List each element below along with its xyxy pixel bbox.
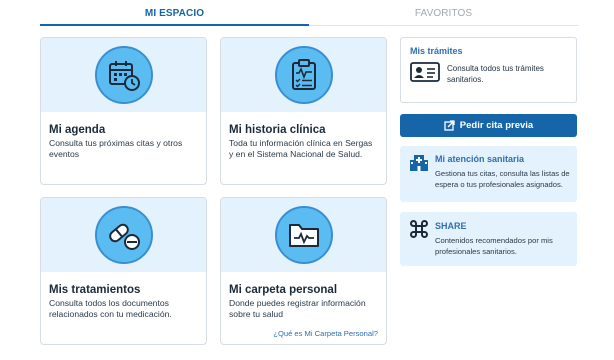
card-header: [41, 198, 206, 272]
card-title: Mi agenda: [49, 124, 106, 136]
pills-icon: [94, 206, 153, 264]
mi-atencion-sanitaria-panel[interactable]: Mi atención sanitaria Gestiona tus citas…: [400, 146, 577, 202]
card-description: Consulta todos los documentos relacionad…: [49, 298, 172, 319]
card-mi-carpeta-personal[interactable]: Mi carpeta personal Donde puedes registr…: [220, 197, 387, 345]
command-icon: [409, 219, 429, 244]
card-header: [221, 198, 386, 272]
card-title: Mi historia clínica: [229, 124, 326, 136]
atencion-title: Mi atención sanitaria: [435, 154, 525, 164]
card-mi-agenda[interactable]: Mi agenda Consulta tus próximas citas y …: [40, 37, 207, 185]
atencion-description: Gestiona tus citas, consulta las listas …: [435, 169, 570, 189]
card-description: Toda tu información clínica en Sergas y …: [229, 138, 373, 159]
id-card-icon: [410, 62, 440, 87]
tramites-description: Consulta todos tus trámites sanitarios.: [447, 64, 544, 84]
hospital-icon: [409, 152, 429, 177]
share-title: SHARE: [435, 221, 467, 231]
tab-favoritos[interactable]: FAVORITOS: [309, 4, 578, 26]
card-title: Mi carpeta personal: [229, 284, 338, 296]
share-panel[interactable]: SHARE Contenidos recomendados por mis pr…: [400, 212, 577, 266]
folder-heartbeat-icon: [274, 206, 333, 264]
tab-mi-espacio[interactable]: MI ESPACIO: [40, 4, 309, 26]
tab-bar: MI ESPACIO FAVORITOS: [40, 4, 578, 26]
share-description: Contenidos recomendados por mis profesio…: [435, 236, 553, 256]
card-description: Donde puedes registrar información sobre…: [229, 298, 366, 319]
card-header: [221, 38, 386, 112]
clipboard-icon: [274, 46, 333, 104]
que-es-carpeta-link[interactable]: ¿Qué es Mi Carpeta Personal?: [273, 329, 378, 338]
card-header: [41, 38, 206, 112]
pedir-cita-previa-button[interactable]: Pedir cita previa: [400, 114, 577, 137]
card-description: Consulta tus próximas citas y otros even…: [49, 138, 183, 159]
card-mis-tratamientos[interactable]: Mis tratamientos Consulta todos los docu…: [40, 197, 207, 345]
card-title: Mis tratamientos: [49, 284, 141, 296]
tramites-title: Mis trámites: [410, 46, 463, 56]
external-link-icon: [444, 120, 455, 131]
mis-tramites-panel[interactable]: Mis trámites Consulta todos tus trámites…: [400, 37, 577, 103]
calendar-clock-icon: [94, 46, 153, 104]
pedir-cita-label: Pedir cita previa: [459, 120, 534, 131]
card-mi-historia-clinica[interactable]: Mi historia clínica Toda tu información …: [220, 37, 387, 185]
